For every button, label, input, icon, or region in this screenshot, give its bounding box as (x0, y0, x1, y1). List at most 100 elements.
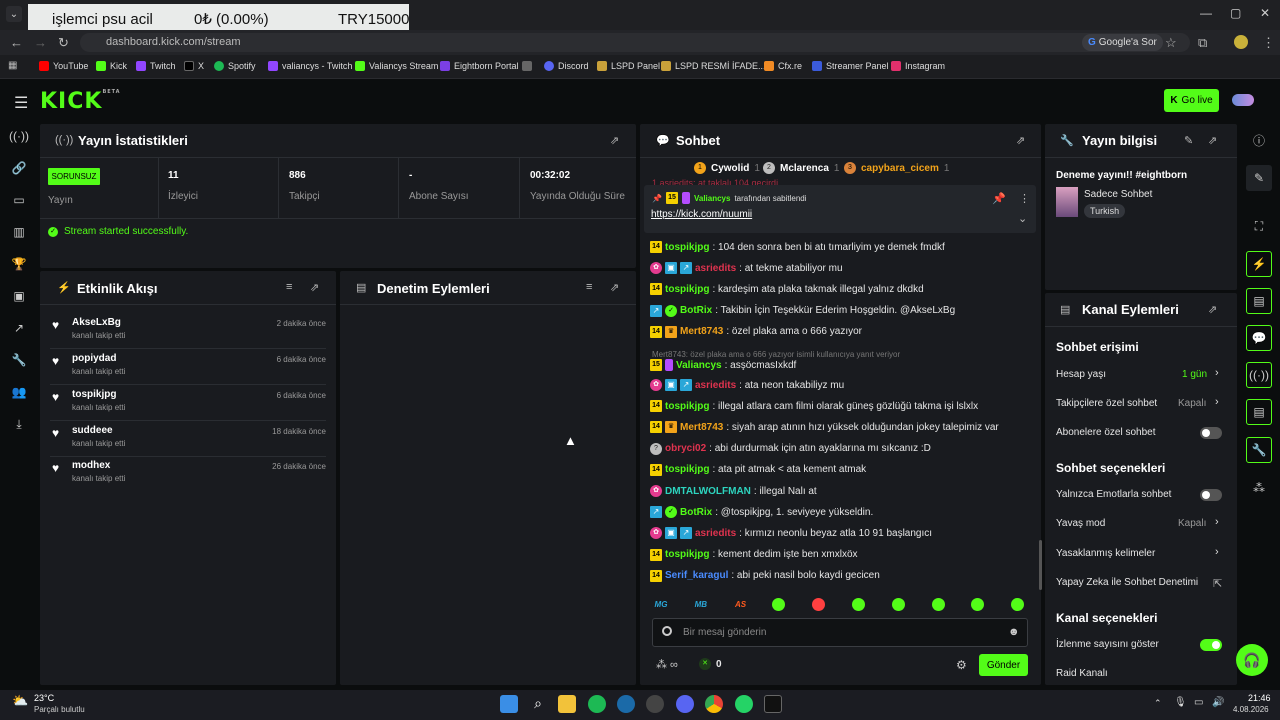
bookmark-spotify[interactable]: Spotify (214, 61, 256, 71)
top-gifter-3[interactable]: 3 capybara_cicem 1 (844, 162, 949, 174)
chat-username[interactable]: DMTALWOLFMAN (665, 486, 751, 497)
chat-message[interactable]: ✿ DMTALWOLFMAN: illegal Nalı at (650, 481, 817, 501)
chat-username[interactable]: tospikjpg (665, 401, 709, 412)
chat-username[interactable]: tospikjpg (665, 549, 709, 560)
steam-icon[interactable] (617, 695, 635, 713)
trophy-rail-icon[interactable]: 🏆 (10, 255, 28, 273)
weather-icon[interactable]: ⛅ (12, 693, 28, 709)
show-viewers-toggle[interactable] (1200, 639, 1222, 651)
chat-username[interactable]: BotRix (680, 507, 712, 518)
chat-message[interactable]: 14 ♛ Mert8743: özel plaka ama o 666 yazıyo… (650, 322, 862, 342)
chat-message[interactable]: ✿ ▣ ↗ asriedits: kırmızı neonlu beyaz atla … (650, 523, 932, 543)
top-gifter-2[interactable]: 2 Mclarenca 1 (763, 162, 839, 174)
clock-date[interactable]: 4.08.2026 (1233, 705, 1269, 714)
maximize-icon[interactable]: ▢ (1230, 6, 1241, 20)
chat-message[interactable]: ? obryci02: abi durdurmak için atın ayakl… (650, 439, 931, 459)
link-rail-icon[interactable]: 🔗 (10, 159, 28, 177)
pinned-expand-icon[interactable]: ⌄ (1018, 212, 1027, 225)
discord-taskbar-icon[interactable] (676, 695, 694, 713)
bookmark-discord[interactable]: Discord (544, 61, 589, 71)
broadcast-rail-icon[interactable]: ((·)) (1246, 362, 1272, 388)
chat-username[interactable]: obryci02 (665, 443, 706, 454)
chat-username[interactable]: BotRix (680, 305, 712, 316)
chrome-icon[interactable] (705, 695, 723, 713)
mic-icon[interactable]: 🎙 (1174, 697, 1187, 708)
chat-username[interactable]: asriedits (695, 263, 736, 274)
activity-item[interactable]: ♥ suddeee kanalı takip etti 18 dakika önce (50, 421, 326, 457)
profile-avatar[interactable] (1234, 35, 1248, 49)
chevron-right-icon[interactable]: › (1215, 396, 1219, 408)
emote-button[interactable] (931, 598, 945, 611)
wrench-rail-icon[interactable]: 🔧 (1246, 437, 1272, 463)
edit-icon[interactable]: ✎ (1246, 165, 1272, 191)
followers-only-label[interactable]: Takipçilere özel sohbet (1056, 398, 1157, 409)
bookmark-twitch[interactable]: Twitch (136, 61, 176, 71)
activity-filter-icon[interactable]: ≡ (286, 281, 292, 293)
hamburger-menu-icon[interactable]: ☰ (14, 93, 28, 113)
chevron-right-icon[interactable]: › (1215, 516, 1219, 528)
bookmark-cfx[interactable]: Cfx.re (764, 61, 802, 71)
back-icon[interactable]: ← (10, 35, 23, 50)
file-explorer-icon[interactable] (558, 695, 576, 713)
search-icon[interactable]: ⌕ (529, 695, 547, 713)
tab-search-icon[interactable]: ⌄ (6, 6, 22, 22)
whatsapp-icon[interactable] (735, 695, 753, 713)
account-age-label[interactable]: Hesap yaşı (1056, 369, 1106, 380)
bookmark-star-icon[interactable]: ☆ (1165, 35, 1177, 51)
popout-channel-actions-icon[interactable]: ⇗ (1208, 303, 1217, 316)
go-live-button[interactable]: K Go live (1164, 89, 1219, 112)
chat-message[interactable]: ✿ ▣ ↗ asriedits: ata neon takabiliyz mu (650, 375, 844, 395)
start-button-icon[interactable] (500, 695, 518, 713)
send-button[interactable]: Gönder (979, 654, 1028, 676)
actions-rail-icon[interactable]: ▤ (1246, 399, 1272, 425)
activity-item[interactable]: ♥ tospikjpg kanalı takip etti 6 dakika önce (50, 385, 326, 421)
chevron-right-icon[interactable]: › (1215, 546, 1219, 558)
chat-username[interactable]: tospikjpg (665, 284, 709, 295)
forward-icon[interactable]: → (34, 35, 47, 50)
google-ask-button[interactable]: G Google'a Sor (1082, 34, 1163, 51)
users-rail-icon[interactable]: 👥 (10, 383, 28, 401)
chat-message[interactable]: 14 ♛ Mert8743: siyah arap atının hızı yüks… (650, 417, 999, 437)
points-indicator[interactable]: ✕ 0 (699, 658, 722, 670)
emote-button[interactable]: AS (733, 598, 749, 612)
chat-username[interactable]: asriedits (695, 380, 736, 391)
spotify-taskbar-icon[interactable] (588, 695, 606, 713)
fullscreen-icon[interactable]: ⛶ (1246, 213, 1272, 239)
analytics-rail-icon[interactable]: ▥ (10, 223, 28, 241)
chat-username[interactable]: Serif_karagul (665, 570, 728, 581)
banned-words-label[interactable]: Yasaklanmış kelimeler (1056, 548, 1155, 559)
url-field[interactable]: dashboard.kick.com/stream (80, 33, 1190, 52)
chat-message[interactable]: 14 tospikjpg: ata pit atmak < ata kement … (650, 460, 866, 480)
growth-rail-icon[interactable]: ↗ (10, 319, 28, 337)
bookmark-instagram[interactable]: Instagram (891, 61, 945, 71)
bookmark-kick[interactable]: Kick (96, 61, 127, 71)
download-rail-icon[interactable]: ⤓ (10, 415, 28, 433)
support-headset-icon[interactable]: 🎧 (1236, 644, 1268, 676)
stream-rail-icon[interactable]: ((·)) (9, 127, 29, 145)
emote-button[interactable] (852, 598, 865, 611)
obs-icon[interactable] (646, 695, 664, 713)
raid-channel-label[interactable]: Raid Kanalı (1056, 668, 1108, 679)
clock-time[interactable]: 21:46 (1248, 693, 1271, 703)
unpin-icon[interactable]: 📌 (992, 192, 1006, 205)
pinned-link[interactable]: https://kick.com/nuumii (651, 209, 752, 220)
popout-activity-icon[interactable]: ⇗ (310, 281, 319, 294)
apps-grid-icon[interactable]: ▦ (8, 60, 17, 71)
language-tag[interactable]: Turkish (1084, 204, 1126, 218)
window-rail-icon[interactable]: ▭ (10, 191, 28, 209)
network-icon[interactable]: ▭ (1194, 697, 1203, 708)
bookmark-x[interactable]: X (184, 61, 204, 71)
chat-message[interactable]: 14 tospikjpg: kement dedim işte ben xmxlx… (650, 545, 858, 565)
weather-desc[interactable]: Parçalı bulutlu (34, 705, 85, 714)
slow-mode-label[interactable]: Yavaş mod (1056, 518, 1105, 529)
chat-username[interactable]: tospikjpg (665, 242, 709, 253)
pinned-more-icon[interactable]: ⋮ (1019, 192, 1030, 205)
reload-icon[interactable]: ↻ (58, 35, 69, 51)
close-window-icon[interactable]: ✕ (1260, 6, 1270, 20)
category-name[interactable]: Sadece Sohbet (1084, 189, 1152, 200)
chat-username[interactable]: Mert8743 (680, 326, 723, 337)
chevron-right-icon[interactable]: › (1215, 367, 1219, 379)
external-link-icon[interactable]: ⇱ (1213, 577, 1222, 590)
followers-only-value[interactable]: Kapalı (1178, 398, 1206, 409)
emote-only-toggle[interactable] (1200, 489, 1222, 501)
